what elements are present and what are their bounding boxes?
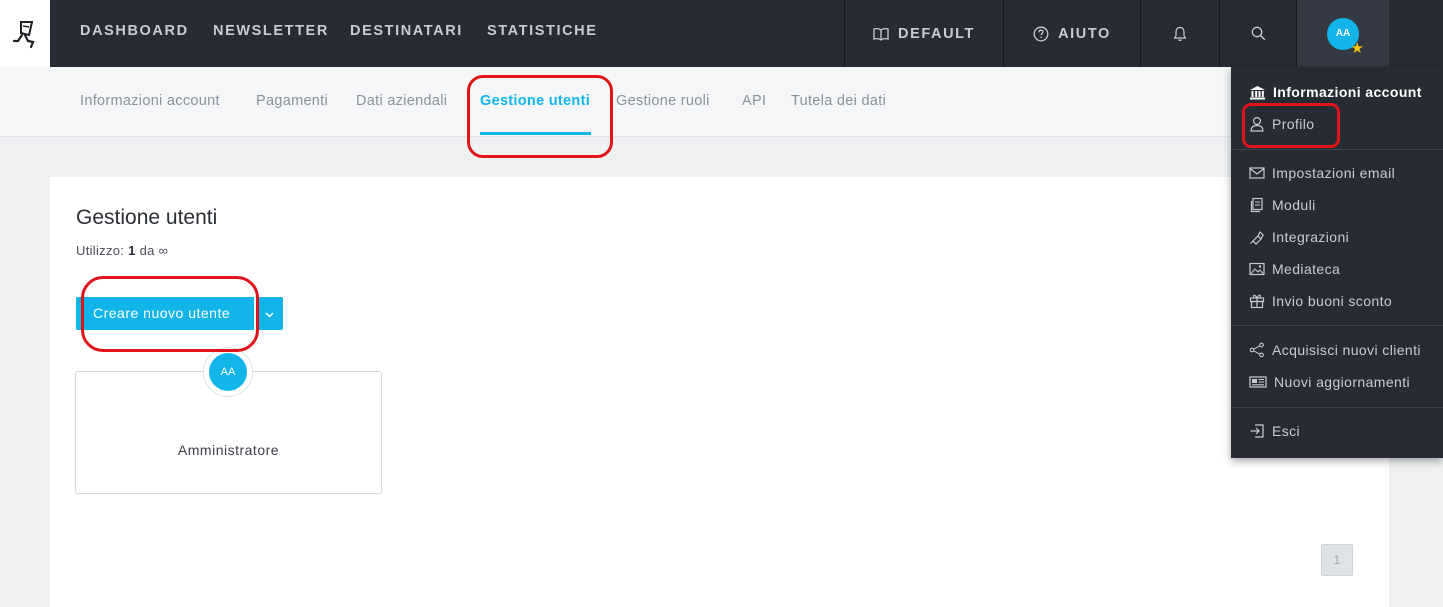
forms-icon xyxy=(1249,197,1265,213)
tab-tutela-dei-dati[interactable]: Tutela dei dati xyxy=(791,67,886,137)
nav-destinatari[interactable]: DESTINATARI xyxy=(350,0,463,67)
pagination-page[interactable]: 1 xyxy=(1321,544,1353,576)
newspaper-icon xyxy=(1249,375,1267,389)
menu-item-impostazioni-email[interactable]: Impostazioni email xyxy=(1249,162,1395,184)
star-badge-icon: ★ xyxy=(1350,39,1364,57)
usage-of: da xyxy=(139,243,155,258)
menu-label: Invio buoni sconto xyxy=(1272,293,1393,309)
menu-item-acquisisci-nuovi-clienti[interactable]: Acquisisci nuovi clienti xyxy=(1249,339,1421,361)
nav-dashboard[interactable]: DASHBOARD xyxy=(80,0,189,67)
menu-item-moduli[interactable]: Moduli xyxy=(1249,194,1316,216)
tab-pagamenti[interactable]: Pagamenti xyxy=(256,67,328,137)
menu-label: Integrazioni xyxy=(1272,229,1350,245)
tab-informazioni-account[interactable]: Informazioni account xyxy=(80,67,220,137)
tab-gestione-ruoli[interactable]: Gestione ruoli xyxy=(616,67,710,137)
bank-icon xyxy=(1249,85,1266,100)
menu-item-esci[interactable]: Esci xyxy=(1249,420,1300,442)
help-circle-icon xyxy=(1033,26,1049,42)
annotation-highlight-tab xyxy=(467,75,613,158)
share-icon xyxy=(1249,342,1265,358)
user-avatar: AA xyxy=(209,353,247,391)
user-role: Amministratore xyxy=(177,442,280,458)
account-menu-button[interactable]: AA ★ xyxy=(1297,0,1389,67)
menu-label: Nuovi aggiornamenti xyxy=(1274,374,1411,390)
default-button[interactable]: DEFAULT xyxy=(845,0,1003,67)
plug-icon xyxy=(1249,229,1265,245)
user-card-avatar-ring: AA xyxy=(203,347,253,397)
avatar: AA ★ xyxy=(1327,17,1364,56)
menu-item-mediateca[interactable]: Mediateca xyxy=(1249,258,1340,280)
avatar-initials: AA xyxy=(1335,28,1351,39)
menu-label: Impostazioni email xyxy=(1272,165,1396,181)
help-label: AIUTO xyxy=(1058,25,1111,42)
menu-label: Mediateca xyxy=(1272,261,1341,277)
dropdown-header-account[interactable]: Informazioni account xyxy=(1249,81,1422,103)
tab-api[interactable]: API xyxy=(742,67,766,137)
nav-statistiche[interactable]: STATISTICHE xyxy=(487,0,598,67)
book-icon xyxy=(873,27,889,41)
page-title: Gestione utenti xyxy=(76,206,218,229)
menu-divider xyxy=(1231,149,1443,150)
menu-divider xyxy=(1231,407,1443,408)
menu-divider xyxy=(1231,325,1443,326)
image-icon xyxy=(1249,262,1265,276)
usage-limit: ∞ xyxy=(158,243,169,258)
menu-item-invio-buoni-sconto[interactable]: Invio buoni sconto xyxy=(1249,290,1392,312)
logo-icon[interactable] xyxy=(0,0,50,67)
search-button[interactable] xyxy=(1220,0,1296,67)
help-button[interactable]: AIUTO xyxy=(1004,0,1140,67)
notifications-button[interactable] xyxy=(1141,0,1219,67)
tab-dati-aziendali[interactable]: Dati aziendali xyxy=(356,67,447,137)
create-user-dropdown-toggle[interactable] xyxy=(256,297,283,330)
annotation-highlight-create-button xyxy=(81,276,259,352)
bell-icon xyxy=(1173,26,1187,42)
search-icon xyxy=(1251,26,1266,41)
usage-count: 1 xyxy=(128,243,136,258)
menu-item-nuovi-aggiornamenti[interactable]: Nuovi aggiornamenti xyxy=(1249,371,1410,393)
gift-icon xyxy=(1249,293,1265,309)
dropdown-header-label: Informazioni account xyxy=(1273,84,1422,100)
usage-label: Utilizzo: xyxy=(76,243,125,258)
default-label: DEFAULT xyxy=(898,25,975,42)
menu-label: Acquisisci nuovi clienti xyxy=(1272,342,1421,358)
usage-info: Utilizzo: 1 da ∞ xyxy=(76,243,168,258)
menu-label: Moduli xyxy=(1272,197,1316,213)
annotation-highlight-profilo xyxy=(1242,103,1340,148)
menu-item-integrazioni[interactable]: Integrazioni xyxy=(1249,226,1349,248)
envelope-icon xyxy=(1249,166,1265,180)
chevron-down-icon xyxy=(265,305,274,323)
menu-label: Esci xyxy=(1272,423,1301,439)
nav-newsletter[interactable]: NEWSLETTER xyxy=(213,0,329,67)
logout-icon xyxy=(1249,423,1265,439)
